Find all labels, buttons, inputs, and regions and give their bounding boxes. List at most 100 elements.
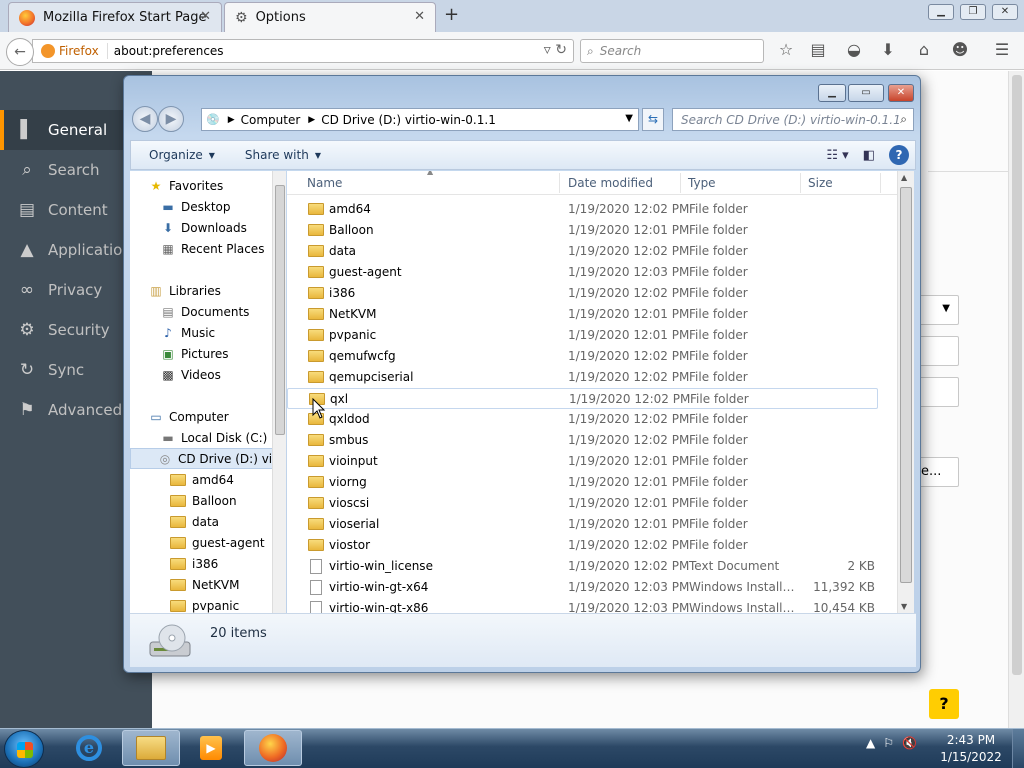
breadcrumb-computer[interactable]: Computer bbox=[241, 113, 301, 127]
browser-search-box[interactable]: ⌕ Search bbox=[580, 39, 764, 63]
start-button[interactable] bbox=[4, 730, 44, 768]
nav-favorites[interactable]: ★ Favorites bbox=[148, 175, 224, 196]
close-tab-icon[interactable]: ✕ bbox=[200, 9, 211, 24]
navigation-pane-scrollbar[interactable] bbox=[272, 171, 286, 613]
file-row[interactable]: pvpanic 1/19/2020 12:01 PM File folder bbox=[287, 325, 878, 346]
new-tab-button[interactable]: + bbox=[444, 4, 459, 25]
pref-dropdown[interactable]: ▼ bbox=[918, 295, 959, 325]
file-list-scrollbar[interactable]: ▲ ▼ bbox=[897, 171, 914, 613]
home-icon[interactable]: ⌂ bbox=[914, 40, 934, 60]
nav-computer[interactable]: ▭ Computer bbox=[148, 406, 228, 427]
column-header-size[interactable]: Size bbox=[808, 176, 833, 190]
nav-libraries[interactable]: ▥ Libraries bbox=[148, 280, 221, 301]
nav-item[interactable]: ▩ Videos bbox=[160, 364, 221, 385]
file-row[interactable]: i386 1/19/2020 12:02 PM File folder bbox=[287, 283, 878, 304]
pref-button[interactable]: e... bbox=[918, 457, 959, 487]
maximize-button[interactable]: ❐ bbox=[960, 4, 986, 20]
pocket-icon[interactable]: ◒ bbox=[844, 40, 864, 60]
nav-item[interactable]: ▬ Desktop bbox=[160, 196, 230, 217]
breadcrumb-cd-drive[interactable]: CD Drive (D:) virtio-win-0.1.1 bbox=[321, 113, 496, 127]
dialog-maximize-button[interactable]: ▭ bbox=[848, 84, 884, 102]
close-tab-icon[interactable]: ✕ bbox=[414, 9, 425, 24]
taskbar-windows-explorer[interactable] bbox=[122, 730, 180, 766]
pref-textbox[interactable] bbox=[918, 377, 959, 407]
nav-item[interactable]: Balloon bbox=[170, 490, 237, 511]
clock[interactable]: 2:43 PM 1/15/2022 bbox=[940, 732, 1002, 766]
nav-item[interactable]: data bbox=[170, 511, 219, 532]
file-row[interactable]: virtio-win-gt-x64 1/19/2020 12:03 PM Windo… bbox=[287, 577, 878, 598]
volume-muted-icon[interactable]: 🔇 bbox=[902, 736, 917, 750]
taskbar-internet-explorer[interactable]: e bbox=[60, 730, 118, 766]
nav-item[interactable]: ▦ Recent Places bbox=[160, 238, 264, 259]
nav-item[interactable]: pvpanic bbox=[170, 595, 239, 613]
file-row[interactable]: amd64 1/19/2020 12:02 PM File folder bbox=[287, 199, 878, 220]
file-row[interactable]: vioinput 1/19/2020 12:01 PM File folder bbox=[287, 451, 878, 472]
explorer-forward-button[interactable]: ▶ bbox=[158, 106, 184, 132]
file-row[interactable]: Balloon 1/19/2020 12:01 PM File folder bbox=[287, 220, 878, 241]
bookmarks-list-icon[interactable]: ▤ bbox=[808, 40, 828, 60]
file-row[interactable]: qemufwcfg 1/19/2020 12:02 PM File folder bbox=[287, 346, 878, 367]
explorer-search-box[interactable]: Search CD Drive (D:) virtio-win-0.1.1 ⌕ bbox=[672, 108, 914, 131]
bookmark-star-icon[interactable]: ☆ bbox=[776, 40, 796, 60]
help-icon[interactable]: ? bbox=[889, 145, 909, 165]
nav-item-cd-drive[interactable]: ◎CD Drive (D:) virtio-win-0.1.1 bbox=[130, 448, 279, 469]
share-with-button[interactable]: Share with ▼ bbox=[245, 148, 321, 162]
file-row[interactable]: virtio-win_license 1/19/2020 12:02 PM Text… bbox=[287, 556, 878, 577]
file-row[interactable]: virtio-win-gt-x86 1/19/2020 12:03 PM Windo… bbox=[287, 598, 878, 613]
show-hidden-icons-icon[interactable]: ▲ bbox=[866, 736, 875, 750]
file-row[interactable]: qemupciserial 1/19/2020 12:02 PM File fold… bbox=[287, 367, 878, 388]
file-row[interactable]: qxldod 1/19/2020 12:02 PM File folder bbox=[287, 409, 878, 430]
close-window-button[interactable]: ✕ bbox=[992, 4, 1018, 20]
refresh-button[interactable]: ⇆ bbox=[642, 108, 664, 131]
dialog-close-button[interactable]: ✕ bbox=[888, 84, 914, 102]
file-row[interactable]: vioserial 1/19/2020 12:01 PM File folder bbox=[287, 514, 878, 535]
folder-icon bbox=[308, 539, 324, 551]
organize-button[interactable]: Organize ▼ bbox=[149, 148, 215, 162]
help-button[interactable]: ? bbox=[929, 689, 959, 719]
column-header-type[interactable]: Type bbox=[688, 176, 716, 190]
nav-item[interactable]: guest-agent bbox=[170, 532, 265, 553]
nav-item[interactable]: ♪ Music bbox=[160, 322, 215, 343]
nav-item[interactable]: amd64 bbox=[170, 469, 234, 490]
nav-item[interactable]: ▬ Local Disk (C:) bbox=[160, 427, 267, 448]
file-row[interactable]: vioscsi 1/19/2020 12:01 PM File folder bbox=[287, 493, 878, 514]
nav-item[interactable]: NetKVM bbox=[170, 574, 240, 595]
file-row[interactable]: viostor 1/19/2020 12:02 PM File folder bbox=[287, 535, 878, 556]
file-row[interactable]: viorng 1/19/2020 12:01 PM File folder bbox=[287, 472, 878, 493]
column-header-date[interactable]: Date modified bbox=[568, 176, 653, 190]
url-text[interactable]: about:preferences bbox=[108, 44, 224, 58]
file-row[interactable]: guest-agent 1/19/2020 12:03 PM File folder bbox=[287, 262, 878, 283]
downloads-icon[interactable]: ⬇ bbox=[878, 40, 898, 60]
tab-options[interactable]: ⚙ Options ✕ bbox=[224, 2, 436, 32]
reload-icon[interactable]: ▿ ↻ bbox=[544, 42, 567, 58]
nav-item[interactable]: i386 bbox=[170, 553, 218, 574]
nav-item[interactable]: ▣ Pictures bbox=[160, 343, 228, 364]
nav-item[interactable]: ▤ Documents bbox=[160, 301, 249, 322]
view-options-icon[interactable]: ☷ ▾ bbox=[826, 148, 848, 163]
menu-hamburger-icon[interactable]: ☰ bbox=[992, 40, 1012, 60]
show-desktop-button[interactable] bbox=[1012, 729, 1024, 768]
hello-chat-icon[interactable]: ☻ bbox=[950, 40, 970, 60]
taskbar-media-player[interactable]: ▶ bbox=[182, 730, 240, 766]
pref-textbox[interactable] bbox=[918, 336, 959, 366]
action-center-icon[interactable]: ⚐ bbox=[883, 736, 894, 750]
preview-pane-icon[interactable]: ◧ bbox=[863, 148, 875, 163]
folder-icon bbox=[308, 497, 324, 509]
file-row[interactable]: smbus 1/19/2020 12:02 PM File folder bbox=[287, 430, 878, 451]
file-row[interactable]: qxl 1/19/2020 12:02 PM File folder bbox=[287, 388, 878, 409]
back-button[interactable]: ← bbox=[6, 38, 34, 66]
taskbar-firefox[interactable] bbox=[244, 730, 302, 766]
column-header-name[interactable]: Name bbox=[307, 176, 342, 190]
page-scrollbar[interactable] bbox=[1008, 71, 1024, 728]
explorer-back-button[interactable]: ◀ bbox=[132, 106, 158, 132]
file-row[interactable]: NetKVM 1/19/2020 12:01 PM File folder bbox=[287, 304, 878, 325]
url-bar[interactable]: Firefox about:preferences ▿ ↻ bbox=[32, 39, 574, 63]
address-dropdown-icon[interactable]: ▼ bbox=[625, 113, 633, 124]
minimize-button[interactable]: ▁ bbox=[928, 4, 954, 20]
nav-item[interactable]: ⬇ Downloads bbox=[160, 217, 247, 238]
tab-firefox-start-page[interactable]: Mozilla Firefox Start Page ✕ bbox=[8, 2, 222, 32]
address-bar[interactable]: 💿 ▶ Computer ▶ CD Drive (D:) virtio-win-0.… bbox=[201, 108, 639, 131]
file-row[interactable]: data 1/19/2020 12:02 PM File folder bbox=[287, 241, 878, 262]
site-identity[interactable]: Firefox bbox=[33, 43, 108, 59]
dialog-minimize-button[interactable]: ▁ bbox=[818, 84, 846, 102]
